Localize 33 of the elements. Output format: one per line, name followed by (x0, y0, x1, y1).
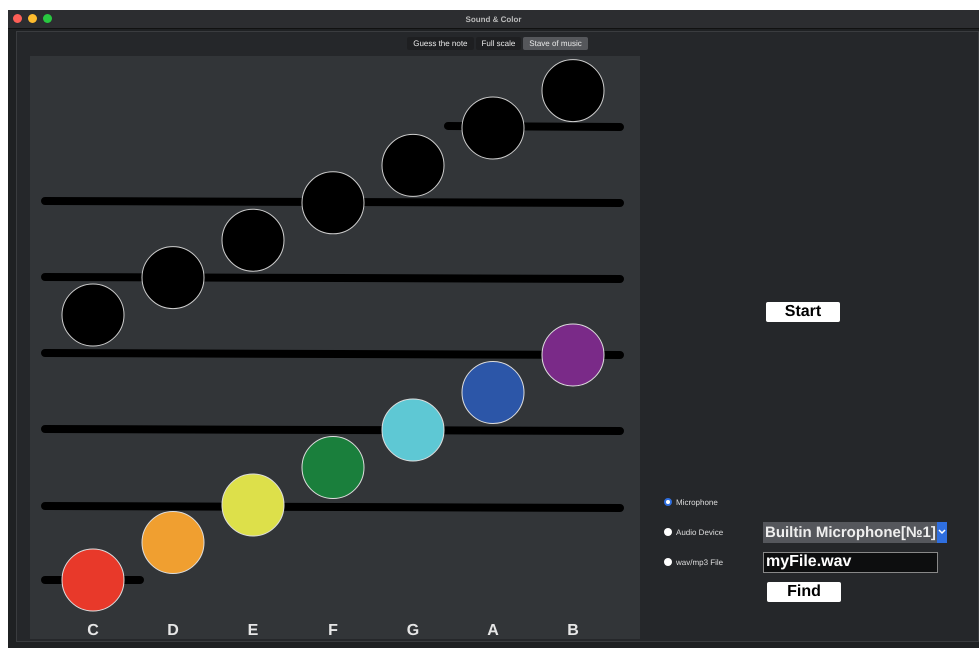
tab[interactable]: Stave of music (523, 37, 588, 50)
radio-label: Audio Device (676, 528, 724, 536)
device-dropdown[interactable]: Builtin Microphone[№1] (763, 522, 947, 542)
zoom-icon[interactable] (43, 14, 52, 23)
note (542, 59, 604, 122)
note (142, 246, 204, 310)
start-button[interactable]: Start (766, 302, 840, 322)
minimize-icon[interactable] (28, 14, 37, 23)
note-label: A (487, 622, 499, 639)
note-label: G (406, 622, 420, 639)
chevron-icon[interactable] (937, 522, 947, 542)
radio-button[interactable] (664, 498, 672, 506)
radio-label: wav/mp3 File (676, 558, 724, 566)
file-field[interactable]: myFile.wav (763, 552, 938, 572)
note-label: F (328, 622, 338, 639)
note-label: D (167, 622, 179, 639)
tab[interactable]: Full scale (476, 37, 522, 50)
dropdown-value: Builtin Microphone[№1] (764, 524, 937, 540)
note-label: B (567, 622, 579, 639)
window-title: Sound & Color (466, 14, 522, 24)
tab[interactable]: Guess the note (407, 37, 474, 50)
note (302, 171, 364, 234)
note (382, 134, 444, 197)
close-icon[interactable] (13, 14, 22, 23)
note (62, 284, 124, 346)
note-label: E (248, 622, 258, 639)
radio-button[interactable] (664, 558, 672, 566)
radio-button[interactable] (664, 528, 672, 536)
note (222, 208, 284, 272)
find-button[interactable]: Find (767, 582, 841, 602)
note-label: C (87, 622, 99, 639)
note (462, 96, 524, 160)
radio-label: Microphone (676, 498, 719, 506)
